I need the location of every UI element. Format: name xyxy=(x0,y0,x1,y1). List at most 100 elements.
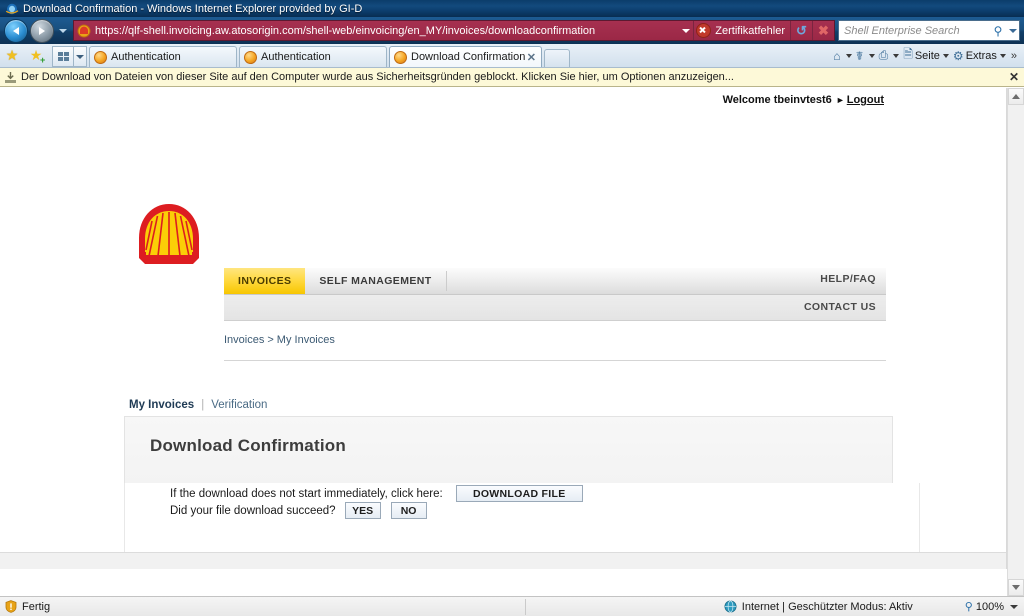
stop-button[interactable]: ✖ xyxy=(812,21,834,40)
welcome-text: Welcome tbeinvtest6 xyxy=(722,94,832,106)
tab-list-button[interactable] xyxy=(74,46,87,67)
search-icon[interactable]: ⚲ xyxy=(989,24,1007,38)
download-succeed-label: Did your file download succeed? xyxy=(170,504,336,517)
tab-title: Authentication xyxy=(261,51,331,63)
rss-icon: ☤ xyxy=(855,48,864,63)
favorites-center-button[interactable]: ★ xyxy=(0,44,24,67)
shell-favicon xyxy=(94,50,107,64)
shell-favicon xyxy=(394,50,407,64)
address-dropdown-button[interactable] xyxy=(678,21,693,40)
horizontal-scrollbar[interactable] xyxy=(0,552,1006,569)
add-to-favorites-button[interactable]: ★ + xyxy=(24,44,48,67)
yes-button[interactable]: YES xyxy=(344,502,381,519)
address-bar-url[interactable]: https://qlf-shell.invoicing.aw.atosorigi… xyxy=(95,25,678,37)
stop-icon: ✖ xyxy=(818,22,829,38)
browser-window: Download Confirmation - Windows Internet… xyxy=(0,0,1024,616)
tab-bar: ★ ★ + Authentication Authentication Downl… xyxy=(0,44,1024,68)
refresh-icon: ↺ xyxy=(796,22,807,38)
nav-tab-invoices[interactable]: INVOICES xyxy=(224,268,306,294)
printer-icon: ⎙ xyxy=(878,48,889,62)
tools-menu-label: Extras xyxy=(965,49,997,62)
vertical-scrollbar[interactable] xyxy=(1007,88,1024,596)
nav-link-contact-us[interactable]: CONTACT US xyxy=(804,301,876,313)
information-bar-message: Der Download von Dateien von dieser Site… xyxy=(21,71,734,83)
star-icon: ★ xyxy=(5,47,19,63)
browser-tab-3-active[interactable]: Download Confirmation ✕ xyxy=(389,46,543,67)
new-tab-button[interactable] xyxy=(544,49,571,67)
nav-divider xyxy=(445,271,447,291)
chevron-down-icon xyxy=(893,53,900,58)
no-button[interactable]: NO xyxy=(390,502,427,519)
quick-tabs-icon xyxy=(57,52,69,61)
page-icon: 🗎 xyxy=(903,47,913,61)
welcome-bar: Welcome tbeinvtest6 ► Logout xyxy=(723,94,884,106)
zoom-control[interactable]: ⚲ 100% xyxy=(965,600,1024,613)
status-bar: Fertig Internet | Geschützter Modus: Akt… xyxy=(0,596,1024,616)
feeds-button[interactable]: ☤ xyxy=(854,46,877,66)
download-prompt-row: If the download does not start immediate… xyxy=(170,485,583,502)
search-provider-dropdown[interactable] xyxy=(1007,28,1019,33)
arrow-icon: ► xyxy=(835,95,845,105)
chevron-down-icon xyxy=(76,54,84,59)
breadcrumb-item-invoices[interactable]: Invoices xyxy=(224,334,264,346)
home-icon: ⌂ xyxy=(833,48,841,63)
security-zone-area[interactable]: Internet | Geschützter Modus: Aktiv xyxy=(724,600,913,613)
breadcrumb-item-my-invoices[interactable]: My Invoices xyxy=(277,334,335,346)
status-divider xyxy=(525,598,526,615)
quick-tabs-button[interactable] xyxy=(52,46,74,67)
scroll-up-button[interactable] xyxy=(1008,88,1024,105)
forward-button[interactable] xyxy=(30,18,54,43)
close-icon[interactable]: ✕ xyxy=(525,51,537,64)
chevron-up-icon xyxy=(1012,94,1020,99)
sub-tab-my-invoices[interactable]: My Invoices xyxy=(129,399,194,411)
internet-explorer-icon xyxy=(5,2,19,16)
warning-shield-icon xyxy=(5,600,17,613)
browser-tab-2[interactable]: Authentication xyxy=(239,46,387,67)
chevron-down-icon xyxy=(1012,585,1020,590)
chevron-down-icon xyxy=(999,53,1006,58)
page-menu-button[interactable]: 🗎 Seite xyxy=(901,46,951,66)
web-page-content: Welcome tbeinvtest6 ► Logout INVOICES SE… xyxy=(0,88,1007,569)
page-viewport: Welcome tbeinvtest6 ► Logout INVOICES SE… xyxy=(0,88,1024,596)
chevron-down-icon[interactable] xyxy=(1010,604,1018,609)
page-menu-label: Seite xyxy=(914,49,940,62)
sub-tab-verification[interactable]: Verification xyxy=(211,399,267,411)
navigation-bar: https://qlf-shell.invoicing.aw.atosorigi… xyxy=(0,17,1024,44)
tools-menu-button[interactable]: ⚙ Extras xyxy=(951,46,1008,66)
search-box[interactable]: Shell Enterprise Search ⚲ xyxy=(838,20,1020,41)
nav-tab-self-management[interactable]: SELF MANAGEMENT xyxy=(305,268,445,294)
globe-icon xyxy=(724,600,737,613)
browser-tab-1[interactable]: Authentication xyxy=(89,46,237,67)
command-toolbar: ⌂ ☤ ⎙ 🗎 Seite ⚙ Extras » xyxy=(831,44,1024,67)
information-bar[interactable]: Der Download von Dateien von dieser Site… xyxy=(0,68,1024,87)
scroll-down-button[interactable] xyxy=(1008,579,1024,596)
back-button[interactable] xyxy=(4,18,28,43)
shell-pecten-logo xyxy=(133,202,205,268)
nav-link-help-faq[interactable]: HELP/FAQ xyxy=(820,273,876,285)
chevron-down-icon xyxy=(942,53,949,58)
breadcrumb-separator: > xyxy=(267,334,274,346)
sub-tab-separator: | xyxy=(201,399,205,411)
close-icon[interactable]: ✕ xyxy=(1007,70,1021,84)
download-prompt-label: If the download does not start immediate… xyxy=(170,487,443,500)
back-arrow-icon xyxy=(13,26,19,35)
download-block-icon xyxy=(3,70,17,84)
download-file-button[interactable]: DOWNLOAD FILE xyxy=(455,485,583,502)
print-button[interactable]: ⎙ xyxy=(877,46,902,66)
search-input[interactable]: Shell Enterprise Search xyxy=(839,25,989,37)
logout-link[interactable]: Logout xyxy=(847,94,884,106)
certificate-error-button[interactable]: Zertifikatfehler xyxy=(693,21,790,40)
status-message-area: Fertig xyxy=(0,600,525,613)
toolbar-overflow-button[interactable]: » xyxy=(1008,50,1020,62)
tab-title: Download Confirmation xyxy=(411,51,526,63)
chevron-down-icon xyxy=(681,28,690,33)
star-plus-icon: ★ + xyxy=(29,47,46,65)
refresh-button[interactable]: ↺ xyxy=(790,21,812,40)
recent-pages-button[interactable] xyxy=(56,20,70,42)
gear-icon: ⚙ xyxy=(952,48,964,63)
main-navigation: INVOICES SELF MANAGEMENT HELP/FAQ xyxy=(224,268,886,295)
home-button[interactable]: ⌂ xyxy=(831,46,853,66)
address-bar[interactable]: https://qlf-shell.invoicing.aw.atosorigi… xyxy=(73,20,835,41)
sub-tab-bar: My Invoices | Verification xyxy=(129,399,267,411)
tab-title: Authentication xyxy=(111,51,181,63)
